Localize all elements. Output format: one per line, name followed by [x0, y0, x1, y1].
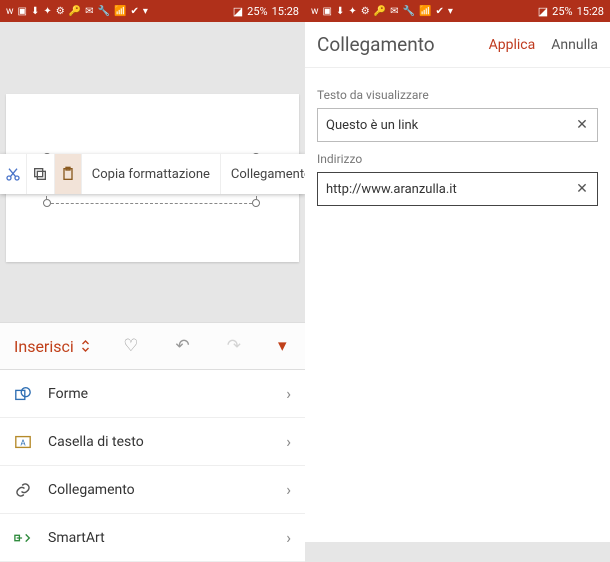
- menu-item-label: Collegamento: [48, 482, 272, 498]
- smartart-icon: [14, 529, 34, 547]
- link-button[interactable]: Collegamento: [221, 154, 305, 194]
- insert-menu: Forme › A Casella di testo › Collegament…: [0, 370, 305, 562]
- status-bar-left: w▣⬇✦⚙🔑✉🔧📶✔▾ ◪ 25% 15:28: [0, 0, 305, 22]
- address-field-row: ✕: [317, 172, 598, 206]
- context-menu-bar: Copia formattazione Collegamento: [0, 154, 305, 194]
- menu-item-shapes[interactable]: Forme ›: [0, 370, 305, 418]
- copy-formatting-button[interactable]: Copia formattazione: [82, 154, 221, 194]
- menu-item-label: Casella di testo: [48, 434, 272, 450]
- dialog-title: Collegamento: [317, 33, 489, 56]
- menu-item-link[interactable]: Collegamento ›: [0, 466, 305, 514]
- shapes-icon: [14, 385, 34, 403]
- slide-area: Questo è un link Copia formattazione Col…: [0, 22, 305, 322]
- display-text-label: Testo da visualizzare: [317, 88, 598, 102]
- dialog-header: Collegamento Applica Annulla: [305, 22, 610, 68]
- status-right: ◪ 25% 15:28: [538, 5, 604, 18]
- display-text-input[interactable]: [318, 118, 567, 133]
- menu-item-label: Forme: [48, 386, 272, 402]
- clock-text: 15:28: [272, 5, 299, 18]
- link-icon: [14, 481, 34, 499]
- chevron-right-icon: ›: [286, 528, 291, 547]
- more-icon[interactable]: ▾: [278, 336, 287, 356]
- chevron-right-icon: ›: [286, 480, 291, 499]
- right-pane: w▣⬇✦⚙🔑✉🔧📶✔▾ ◪ 25% 15:28 Collegamento App…: [305, 0, 610, 542]
- status-bar-right: w▣⬇✦⚙🔑✉🔧📶✔▾ ◪ 25% 15:28: [305, 0, 610, 22]
- menu-item-label: SmartArt: [48, 530, 272, 546]
- textbox-icon: A: [14, 433, 34, 451]
- clear-icon[interactable]: ✕: [567, 117, 597, 133]
- resize-handle[interactable]: [252, 199, 260, 207]
- address-label: Indirizzo: [317, 152, 598, 166]
- cut-icon[interactable]: [0, 154, 27, 194]
- copy-icon[interactable]: [27, 154, 54, 194]
- redo-icon[interactable]: ↷: [227, 336, 241, 356]
- chevron-updown-icon: [80, 339, 91, 353]
- clear-icon[interactable]: ✕: [567, 181, 597, 197]
- left-pane: w▣⬇✦⚙🔑✉🔧📶✔▾ ◪ 25% 15:28 Questo è un link: [0, 0, 305, 542]
- address-input[interactable]: [318, 182, 567, 197]
- lightbulb-icon[interactable]: ♡: [123, 336, 138, 356]
- ribbon-tab-insert[interactable]: Inserisci: [0, 337, 105, 356]
- status-icons-left: w▣⬇✦⚙🔑✉🔧📶✔▾: [6, 6, 148, 17]
- ribbon-tab-label: Inserisci: [14, 337, 74, 356]
- clock-text: 15:28: [577, 5, 604, 18]
- battery-text: 25%: [247, 5, 267, 18]
- status-icons-left: w▣⬇✦⚙🔑✉🔧📶✔▾: [311, 6, 453, 17]
- status-right: ◪ 25% 15:28: [233, 5, 299, 18]
- link-form: Testo da visualizzare ✕ Indirizzo ✕: [305, 68, 610, 216]
- resize-handle[interactable]: [43, 199, 51, 207]
- menu-item-textbox[interactable]: A Casella di testo ›: [0, 418, 305, 466]
- chevron-right-icon: ›: [286, 384, 291, 403]
- menu-item-smartart[interactable]: SmartArt ›: [0, 514, 305, 562]
- undo-icon[interactable]: ↶: [175, 336, 189, 356]
- chevron-right-icon: ›: [286, 432, 291, 451]
- paste-icon[interactable]: [55, 154, 82, 194]
- battery-text: 25%: [552, 5, 572, 18]
- display-text-field-row: ✕: [317, 108, 598, 142]
- svg-text:A: A: [20, 437, 26, 447]
- cancel-button[interactable]: Annulla: [551, 37, 598, 53]
- apply-button[interactable]: Applica: [489, 37, 536, 53]
- ribbon-bar: Inserisci ♡ ↶ ↷ ▾: [0, 322, 305, 370]
